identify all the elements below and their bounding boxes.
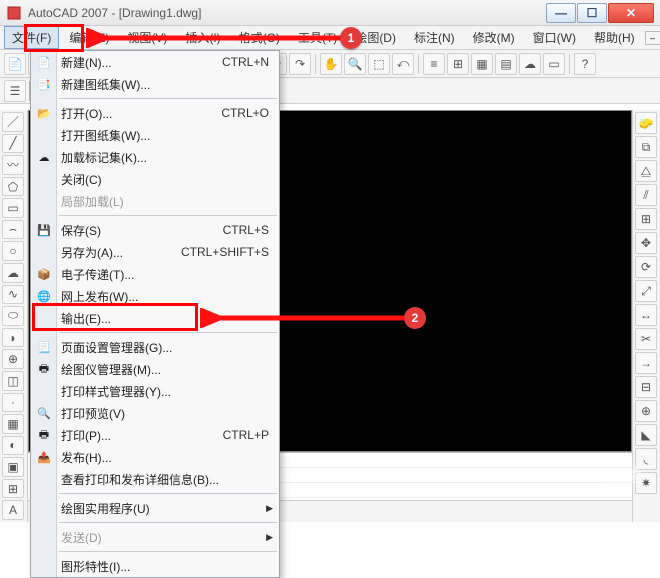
zoom-prev-icon[interactable]: ⤺ (392, 53, 414, 75)
spline-icon[interactable]: ∿ (2, 285, 24, 305)
scale-icon[interactable]: ⤢ (635, 280, 657, 302)
etransmit-icon: 📦 (35, 265, 53, 283)
printer-icon: 🖶 (35, 426, 53, 444)
plotter-icon: 🖶 (35, 360, 53, 378)
menu-item-send: 发送(D)▶ (31, 526, 279, 548)
mtext-icon[interactable]: A (2, 500, 24, 520)
menu-item-print[interactable]: 🖶打印(P)...CTRL+P (31, 424, 279, 446)
arc-icon[interactable]: ⌢ (2, 220, 24, 240)
markup-icon[interactable]: ☁ (519, 53, 541, 75)
menu-file[interactable]: 文件(F) (4, 26, 59, 49)
make-block-icon[interactable]: ◫ (2, 371, 24, 391)
menu-item-close[interactable]: 关闭(C) (31, 168, 279, 190)
properties-icon[interactable]: ≡ (423, 53, 445, 75)
zoom-realtime-icon[interactable]: 🔍 (344, 53, 366, 75)
pan-icon[interactable]: ✋ (320, 53, 342, 75)
preview-doc-icon: 🔍 (35, 404, 53, 422)
menu-item-plot-style[interactable]: 打印样式管理器(Y)... (31, 380, 279, 402)
help-icon[interactable]: ? (574, 53, 596, 75)
sheetset-icon: 📑 (35, 75, 53, 93)
annotation-arrow-2 (200, 308, 422, 328)
redo-icon[interactable]: ↷ (289, 53, 311, 75)
tool-palette-icon[interactable]: ▦ (471, 53, 493, 75)
menu-item-drawing-properties[interactable]: 图形特性(I)... (31, 555, 279, 577)
rotate-icon[interactable]: ⟳ (635, 256, 657, 278)
circle-icon[interactable]: ○ (2, 241, 24, 261)
menu-item-publish[interactable]: 📤发布(H)... (31, 446, 279, 468)
page-setup-icon: 📃 (35, 338, 53, 356)
menu-item-new-sheetset[interactable]: 📑新建图纸集(W)... (31, 73, 279, 95)
menu-item-save[interactable]: 💾保存(S)CTRL+S (31, 219, 279, 241)
trim-icon[interactable]: ✂ (635, 328, 657, 350)
menu-item-plotter-manager[interactable]: 🖶绘图仪管理器(M)... (31, 358, 279, 380)
erase-icon[interactable]: 🧽 (635, 112, 657, 134)
polyline-icon[interactable]: 〰 (2, 155, 24, 175)
region-icon[interactable]: ▣ (2, 457, 24, 477)
draw-toolbar: ／ ╱ 〰 ⬠ ▭ ⌢ ○ ☁ ∿ ⬭ ◗ ⊕ ◫ · ▦ ◐ ▣ ⊞ A (0, 110, 28, 522)
chamfer-icon[interactable]: ◣ (635, 424, 657, 446)
offset-icon[interactable]: ⫽ (635, 184, 657, 206)
gradient-icon[interactable]: ◐ (2, 436, 24, 456)
open-folder-icon: 📂 (35, 104, 53, 122)
menu-item-saveas[interactable]: 另存为(A)...CTRL+SHIFT+S (31, 241, 279, 263)
modify-toolbar: 🧽 ⧉ ⧋ ⫽ ⊞ ✥ ⟳ ⤢ ↔ ✂ → ⊟ ⊕ ◣ ◟ ✷ (632, 110, 660, 522)
zoom-window-icon[interactable]: ⬚ (368, 53, 390, 75)
web-icon: 🌐 (35, 287, 53, 305)
xline-icon[interactable]: ╱ (2, 134, 24, 154)
submenu-arrow-icon: ▶ (266, 503, 273, 514)
menu-window[interactable]: 窗口(W) (525, 26, 584, 49)
new-icon[interactable]: 📄 (4, 53, 26, 75)
rectangle-icon[interactable]: ▭ (2, 198, 24, 218)
maximize-button[interactable]: ☐ (577, 3, 607, 23)
markup-load-icon: ☁ (35, 148, 53, 166)
designcenter-icon[interactable]: ⊞ (447, 53, 469, 75)
menu-item-print-preview[interactable]: 🔍打印预览(V) (31, 402, 279, 424)
copy-obj-icon[interactable]: ⧉ (635, 136, 657, 158)
mdi-minimize-button[interactable]: – (645, 31, 660, 45)
menu-item-etransmit[interactable]: 📦电子传递(T)... (31, 263, 279, 285)
save-disk-icon: 💾 (35, 221, 53, 239)
line-icon[interactable]: ／ (2, 112, 24, 132)
join-icon[interactable]: ⊕ (635, 400, 657, 422)
mirror-icon[interactable]: ⧋ (635, 160, 657, 182)
break-icon[interactable]: ⊟ (635, 376, 657, 398)
menu-item-open[interactable]: 📂打开(O)...CTRL+O (31, 102, 279, 124)
extend-icon[interactable]: → (635, 352, 657, 374)
minimize-button[interactable]: — (546, 3, 576, 23)
stretch-icon[interactable]: ↔ (635, 304, 657, 326)
array-icon[interactable]: ⊞ (635, 208, 657, 230)
menu-dimension[interactable]: 标注(N) (406, 26, 463, 49)
menu-item-load-markup[interactable]: ☁加载标记集(K)... (31, 146, 279, 168)
layer-manager-icon[interactable]: ☰ (4, 80, 26, 102)
menu-help[interactable]: 帮助(H) (586, 26, 643, 49)
publish-doc-icon: 📤 (35, 448, 53, 466)
insert-block-icon[interactable]: ⊕ (2, 349, 24, 369)
ellipse-arc-icon[interactable]: ◗ (2, 328, 24, 348)
annotation-arrow-1 (86, 28, 362, 48)
move-icon[interactable]: ✥ (635, 232, 657, 254)
watermark: Baidu 经验 (543, 462, 642, 488)
menu-modify[interactable]: 修改(M) (465, 26, 523, 49)
point-icon[interactable]: · (2, 393, 24, 413)
close-button[interactable]: ✕ (608, 3, 654, 23)
window-title: AutoCAD 2007 - [Drawing1.dwg] (28, 6, 546, 20)
submenu-arrow-icon: ▶ (266, 532, 273, 543)
table-icon[interactable]: ⊞ (2, 479, 24, 499)
menu-item-new[interactable]: 📄新建(N)...CTRL+N (31, 51, 279, 73)
menu-item-publish-web[interactable]: 🌐网上发布(W)... (31, 285, 279, 307)
menu-item-utilities[interactable]: 绘图实用程序(U)▶ (31, 497, 279, 519)
revcloud-icon[interactable]: ☁ (2, 263, 24, 283)
menu-item-page-setup[interactable]: 📃页面设置管理器(G)... (31, 336, 279, 358)
hatch-icon[interactable]: ▦ (2, 414, 24, 434)
menu-item-partial-load: 局部加载(L) (31, 190, 279, 212)
app-icon (6, 5, 22, 21)
sheetset-icon[interactable]: ▤ (495, 53, 517, 75)
menu-item-publish-details[interactable]: 查看打印和发布详细信息(B)... (31, 468, 279, 490)
title-bar: AutoCAD 2007 - [Drawing1.dwg] — ☐ ✕ (0, 0, 660, 26)
calc-icon[interactable]: ▭ (543, 53, 565, 75)
polygon-icon[interactable]: ⬠ (2, 177, 24, 197)
menu-item-open-sheetset[interactable]: 打开图纸集(W)... (31, 124, 279, 146)
new-doc-icon: 📄 (35, 53, 53, 71)
ellipse-icon[interactable]: ⬭ (2, 306, 24, 326)
